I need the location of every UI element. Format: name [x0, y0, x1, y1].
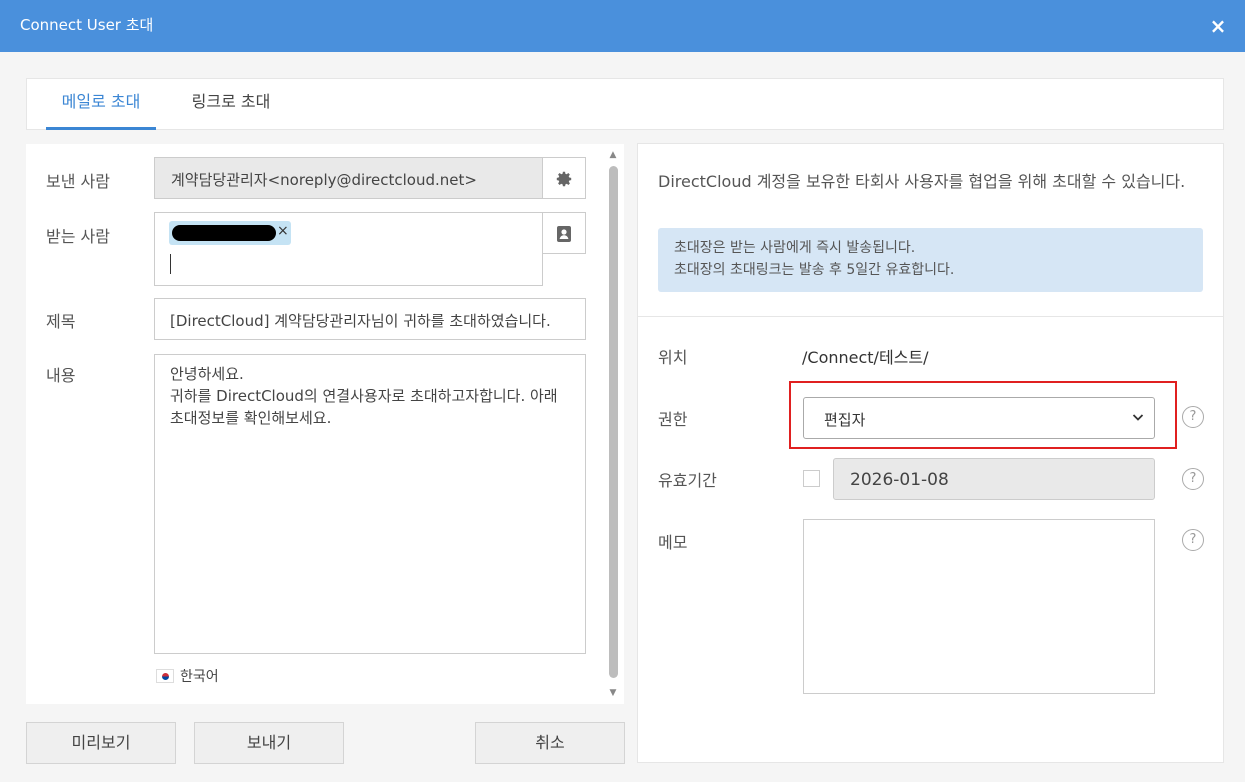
address-book-button[interactable]: [542, 212, 586, 254]
gear-icon: [556, 171, 572, 186]
tab-bar: 메일로 초대 링크로 초대: [26, 78, 1224, 130]
scroll-thumb[interactable]: [609, 166, 618, 678]
divider: [638, 316, 1223, 317]
recipient-chip: ×: [169, 221, 291, 245]
dialog-title: Connect User 초대: [20, 16, 154, 34]
close-icon[interactable]: ×: [1205, 13, 1231, 39]
language-selector[interactable]: 한국어: [156, 666, 219, 686]
content-label: 내용: [46, 366, 76, 385]
sender-field: 계약담당관리자<noreply@directcloud.net>: [154, 157, 543, 199]
content-line-1: 안녕하세요.: [170, 365, 244, 383]
cancel-button[interactable]: 취소: [475, 722, 625, 764]
address-book-icon: [557, 225, 571, 242]
permission-label: 권한: [658, 410, 688, 429]
expiry-checkbox[interactable]: [803, 470, 820, 487]
permission-selected-value: 편집자: [824, 411, 866, 429]
mail-form-panel: 보낸 사람 계약담당관리자<noreply@directcloud.net> 받…: [26, 144, 624, 704]
tab-mail-invite[interactable]: 메일로 초대: [46, 79, 156, 130]
notice-line-2: 초대장의 초대링크는 발송 후 5일간 유효합니다.: [674, 262, 955, 278]
memo-label: 메모: [658, 533, 688, 552]
location-label: 위치: [658, 348, 688, 367]
expiry-label: 유효기간: [658, 471, 717, 490]
scroll-up-icon[interactable]: ▲: [608, 150, 618, 160]
text-cursor: [170, 254, 171, 274]
sender-settings-button[interactable]: [542, 157, 586, 199]
recipient-input[interactable]: ×: [154, 212, 543, 286]
memo-textarea[interactable]: [803, 519, 1155, 694]
language-label: 한국어: [180, 669, 219, 685]
scroll-down-icon[interactable]: ▼: [608, 688, 618, 698]
send-button[interactable]: 보내기: [194, 722, 344, 764]
memo-help-icon[interactable]: ?: [1182, 529, 1204, 551]
form-scrollbar[interactable]: ▲ ▼: [606, 148, 620, 700]
preview-button[interactable]: 미리보기: [26, 722, 176, 764]
content-textarea[interactable]: 안녕하세요. 귀하를 DirectCloud의 연결사용자로 초대하고자합니다.…: [154, 354, 586, 654]
permission-help-icon[interactable]: ?: [1182, 406, 1204, 428]
notice-line-1: 초대장은 받는 사람에게 즉시 발송됩니다.: [674, 240, 916, 256]
chevron-down-icon: [1132, 414, 1144, 421]
expiry-date-field[interactable]: 2026-01-08: [833, 458, 1155, 500]
expiry-help-icon[interactable]: ?: [1182, 468, 1204, 490]
redacted-email: [172, 225, 276, 241]
chip-remove-icon[interactable]: ×: [277, 223, 289, 239]
invite-settings-panel: DirectCloud 계정을 보유한 타회사 사용자를 협업을 위해 초대할 …: [637, 143, 1224, 763]
tab-link-invite[interactable]: 링크로 초대: [175, 79, 287, 130]
sender-label: 보낸 사람: [46, 172, 110, 191]
subject-label: 제목: [46, 312, 76, 331]
korea-flag-icon: [156, 669, 174, 683]
dialog-titlebar: Connect User 초대 ×: [0, 0, 1245, 52]
notice-box: 초대장은 받는 사람에게 즉시 발송됩니다. 초대장의 초대링크는 발송 후 5…: [658, 228, 1203, 292]
recipient-label: 받는 사람: [46, 227, 110, 246]
content-line-2: 귀하를 DirectCloud의 연결사용자로 초대하고자합니다. 아래 초대정…: [170, 387, 558, 427]
permission-select[interactable]: 편집자: [803, 397, 1155, 439]
invite-description: DirectCloud 계정을 보유한 타회사 사용자를 협업을 위해 초대할 …: [658, 172, 1186, 191]
location-value: /Connect/테스트/: [802, 348, 929, 367]
subject-input[interactable]: [DirectCloud] 계약담당관리자님이 귀하를 초대하였습니다.: [154, 298, 586, 340]
